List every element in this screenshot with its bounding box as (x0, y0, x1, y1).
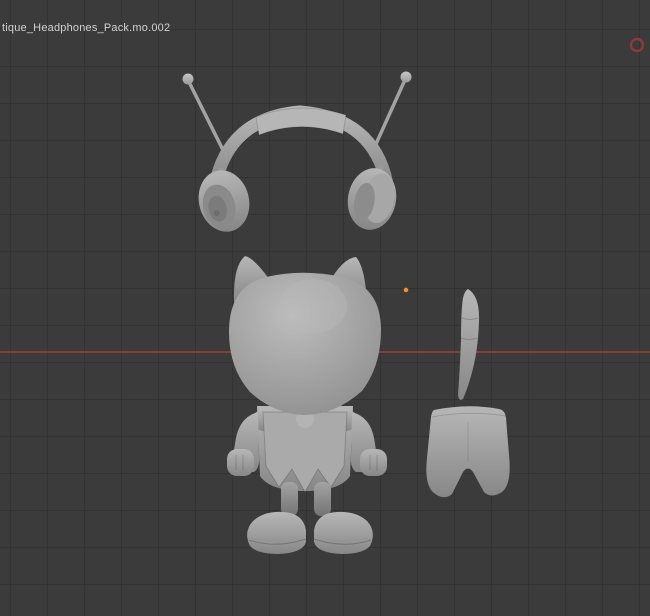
right-antenna-ball (400, 71, 412, 83)
3d-cursor-dot[interactable] (402, 286, 409, 293)
3d-viewport[interactable]: tique_Headphones_Pack.mo.002 (0, 0, 650, 616)
right-ear-cup (347, 168, 397, 230)
left-leg (281, 482, 298, 516)
muzzle (279, 279, 347, 333)
origin-ring-icon[interactable] (629, 37, 645, 53)
scene-canvas[interactable] (0, 0, 650, 616)
left-antenna-ball (182, 73, 194, 85)
left-fist (227, 449, 254, 476)
right-shoe (314, 511, 373, 554)
character-model[interactable] (227, 256, 387, 554)
shorts-model[interactable] (426, 406, 510, 498)
tail-shape (458, 289, 480, 400)
left-shoe (247, 511, 306, 554)
headphones-model[interactable] (182, 71, 412, 238)
left-ear-cup (198, 170, 250, 232)
tail-model[interactable] (458, 289, 480, 400)
right-fist (360, 449, 387, 476)
right-leg (314, 482, 331, 516)
